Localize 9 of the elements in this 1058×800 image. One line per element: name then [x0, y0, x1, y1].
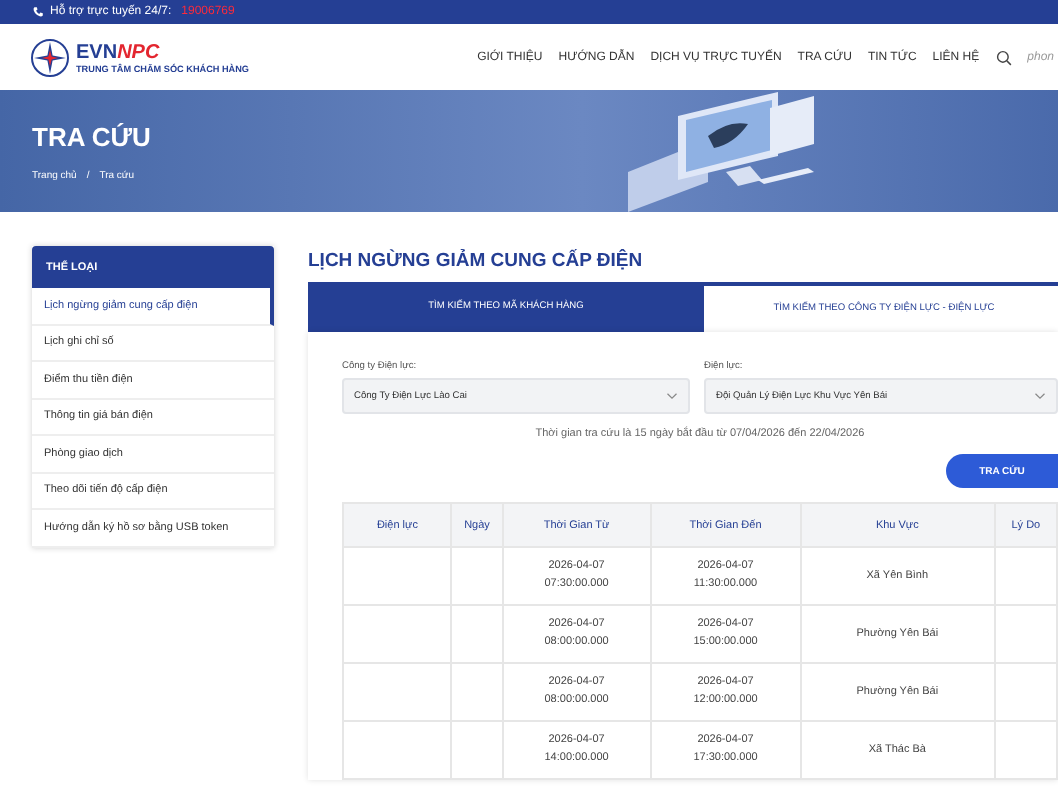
phone-icon [32, 6, 44, 18]
logo-brand-suffix: NPC [117, 41, 160, 63]
logo-brand: EVN [76, 41, 118, 63]
search-icon[interactable] [995, 49, 1012, 65]
logo-star-icon [30, 37, 70, 77]
page-title: TRA CỨU [32, 121, 151, 151]
chevron-down-icon [666, 392, 679, 400]
chevron-down-icon [1034, 392, 1046, 400]
section-title: LỊCH NGỪNG GIẢM CUNG CẤP ĐIỆN [308, 247, 645, 275]
